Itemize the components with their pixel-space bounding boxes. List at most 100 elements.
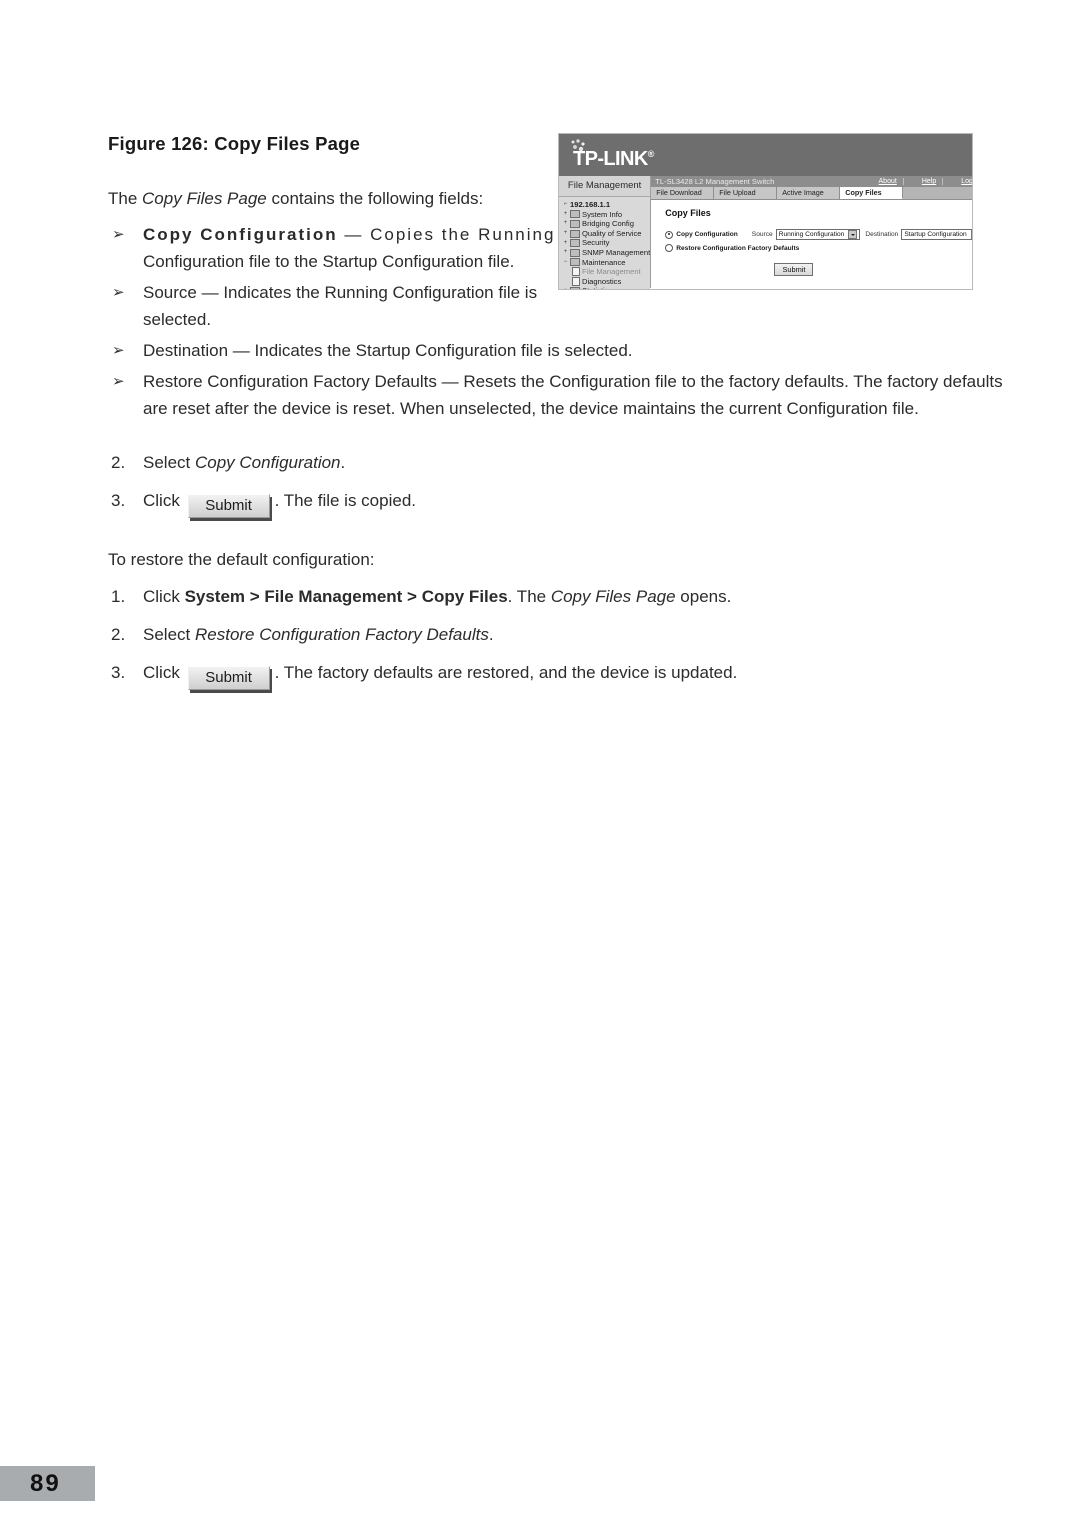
- tree-expander-icon[interactable]: +: [562, 288, 569, 289]
- tab-copy-files[interactable]: Copy Files: [840, 187, 904, 199]
- tree-expander-icon[interactable]: +: [562, 211, 569, 218]
- tab-file-upload[interactable]: File Upload: [714, 187, 778, 199]
- page-number: 89: [30, 1470, 61, 1497]
- bullet-source: ➢ Source — Indicates the Running Configu…: [108, 279, 573, 333]
- tree-item-system-info[interactable]: + System Info: [562, 210, 650, 220]
- step-suffix: .: [340, 453, 346, 472]
- restore-heading: To restore the default configuration:: [108, 550, 375, 569]
- bullet-term: Restore Configuration Factory Defaults: [143, 372, 437, 391]
- tree-expander-icon[interactable]: +: [562, 220, 569, 227]
- copy-files-page-screenshot: TP-LINK® File Management ⌐ 192.168.1.1 +…: [558, 133, 973, 290]
- tree-item-bridging-config[interactable]: + Bridging Config: [562, 219, 650, 229]
- screenshot-submit-button[interactable]: Submit: [774, 263, 814, 276]
- content-title: Copy Files: [665, 208, 711, 218]
- bullet-desc-first-line: Copies the Running: [370, 225, 556, 244]
- arrow-bullet-icon: ➢: [112, 284, 125, 301]
- bullet-dash: —: [436, 372, 464, 391]
- folder-icon: [570, 248, 580, 257]
- brand-text: TP-LINK: [573, 148, 648, 170]
- folder-icon: [570, 210, 580, 219]
- tab-file-download[interactable]: File Download: [651, 187, 715, 199]
- bullet-restore-configuration-factory-defaults: ➢ Restore Configuration Factory Defaults…: [108, 368, 1023, 422]
- device-top-bar: TL-SL3428 L2 Management Switch About Hel…: [651, 176, 972, 187]
- destination-label: Destination: [865, 231, 899, 238]
- submit-button[interactable]: Submit: [187, 494, 270, 518]
- sidebar-title: File Management: [559, 176, 651, 197]
- submit-row: Submit: [665, 259, 972, 277]
- submit-button[interactable]: Submit: [187, 666, 270, 690]
- step-number: 1.: [111, 587, 126, 606]
- bullet-copy-configuration: ➢ Copy Configuration — Copies the Runnin…: [108, 221, 573, 275]
- tree-item-label: Security: [582, 238, 610, 248]
- tree-expander-icon[interactable]: +: [562, 240, 569, 247]
- tab-active-image[interactable]: Active Image: [777, 187, 841, 199]
- step-suffix: . The factory defaults are restored, and…: [274, 663, 738, 682]
- step-prefix: Click: [143, 491, 185, 510]
- copy-configuration-radio[interactable]: [665, 230, 674, 239]
- tree-item-file-management[interactable]: File Management: [562, 267, 650, 277]
- about-link[interactable]: About: [879, 178, 904, 185]
- source-value: Running Configuration: [778, 231, 845, 238]
- page-icon: [572, 267, 580, 277]
- step-number: 3.: [111, 491, 126, 510]
- step-click-submit-restore: 3. Click Submit. The factory defaults ar…: [108, 658, 988, 690]
- tree-item-maintenance[interactable]: − Maintenance: [562, 258, 650, 268]
- step-click-submit-copy: 3. Click Submit. The file is copied.: [108, 486, 988, 518]
- arrow-bullet-icon: ➢: [112, 342, 125, 359]
- step-bold-path: System > File Management > Copy Files: [184, 587, 508, 606]
- tree-expander-icon[interactable]: +: [562, 249, 569, 256]
- step-suffix: opens.: [675, 587, 732, 606]
- step-suffix: .: [488, 625, 494, 644]
- screenshot-main-panel: TL-SL3428 L2 Management Switch About Hel…: [651, 176, 972, 288]
- tree-collapse-icon[interactable]: −: [562, 259, 569, 266]
- bullet-dash: —: [228, 341, 255, 360]
- bullet-dash: —: [337, 225, 371, 244]
- step-prefix: Click: [143, 587, 185, 606]
- tree-item-snmp-management[interactable]: + SNMP Management: [562, 248, 651, 258]
- folder-icon: [570, 258, 580, 267]
- step-select-restore-defaults: 2. Select Restore Configuration Factory …: [108, 620, 988, 650]
- restore-steps-list: 1. Click System > File Management > Copy…: [108, 582, 988, 690]
- bullet-destination: ➢ Destination — Indicates the Startup Co…: [108, 337, 1023, 364]
- destination-select[interactable]: Startup Configuration: [901, 229, 972, 240]
- registered-trademark-icon: ®: [647, 149, 655, 159]
- copy-files-form: Copy Files Copy Configuration Source Run…: [651, 200, 972, 277]
- step-number: 2.: [111, 453, 126, 472]
- chevron-down-icon[interactable]: [970, 230, 972, 239]
- step-prefix: Select: [143, 625, 195, 644]
- step-select-copy-configuration: 2. Select Copy Configuration.: [108, 448, 988, 478]
- tree-expander-icon[interactable]: ⌐: [562, 201, 569, 208]
- tree-expander-icon[interactable]: +: [562, 230, 569, 237]
- step-prefix: Select: [143, 453, 195, 472]
- step-italic: Restore Configuration Factory Defaults: [194, 625, 489, 644]
- tree-item-statistics[interactable]: + Statistics: [562, 286, 650, 289]
- step-suffix: . The file is copied.: [274, 491, 416, 510]
- intro-italic: Copy Files Page: [142, 189, 267, 208]
- tree-item-security[interactable]: + Security: [562, 238, 650, 248]
- tab-bar: File Download File Upload Active Image C…: [651, 187, 972, 200]
- bullet-desc-rest: Configuration file to the Startup Config…: [143, 252, 515, 271]
- tree-item-label: Bridging Config: [582, 219, 634, 229]
- logout-link[interactable]: Logout: [961, 178, 972, 185]
- restore-defaults-label: Restore Configuration Factory Defaults: [676, 244, 800, 252]
- tree-item-quality-of-service[interactable]: + Quality of Service: [562, 229, 650, 239]
- restore-defaults-radio[interactable]: [665, 244, 674, 252]
- tree-item-diagnostics[interactable]: Diagnostics: [562, 277, 650, 287]
- chevron-down-icon[interactable]: [848, 230, 858, 239]
- source-select[interactable]: Running Configuration: [775, 229, 861, 240]
- folder-icon: [570, 239, 580, 248]
- step-italic: Copy Files Page: [550, 587, 676, 606]
- page-icon: [572, 277, 580, 287]
- tree-item-label: Diagnostics: [582, 276, 622, 286]
- help-link[interactable]: Help: [922, 178, 944, 185]
- folder-icon: [570, 229, 580, 238]
- tree-item-device-ip[interactable]: ⌐ 192.168.1.1: [562, 200, 650, 210]
- screenshot-body: File Management ⌐ 192.168.1.1 + System I…: [559, 176, 972, 289]
- navigation-tree: ⌐ 192.168.1.1 + System Info + Bridging C…: [559, 197, 651, 289]
- intro-after: contains the following fields:: [266, 189, 484, 208]
- brand-name: TP-LINK®: [573, 148, 654, 171]
- tree-item-label: Quality of Service: [582, 228, 642, 238]
- device-title: TL-SL3428 L2 Management Switch: [655, 177, 775, 186]
- step-number: 3.: [111, 663, 126, 682]
